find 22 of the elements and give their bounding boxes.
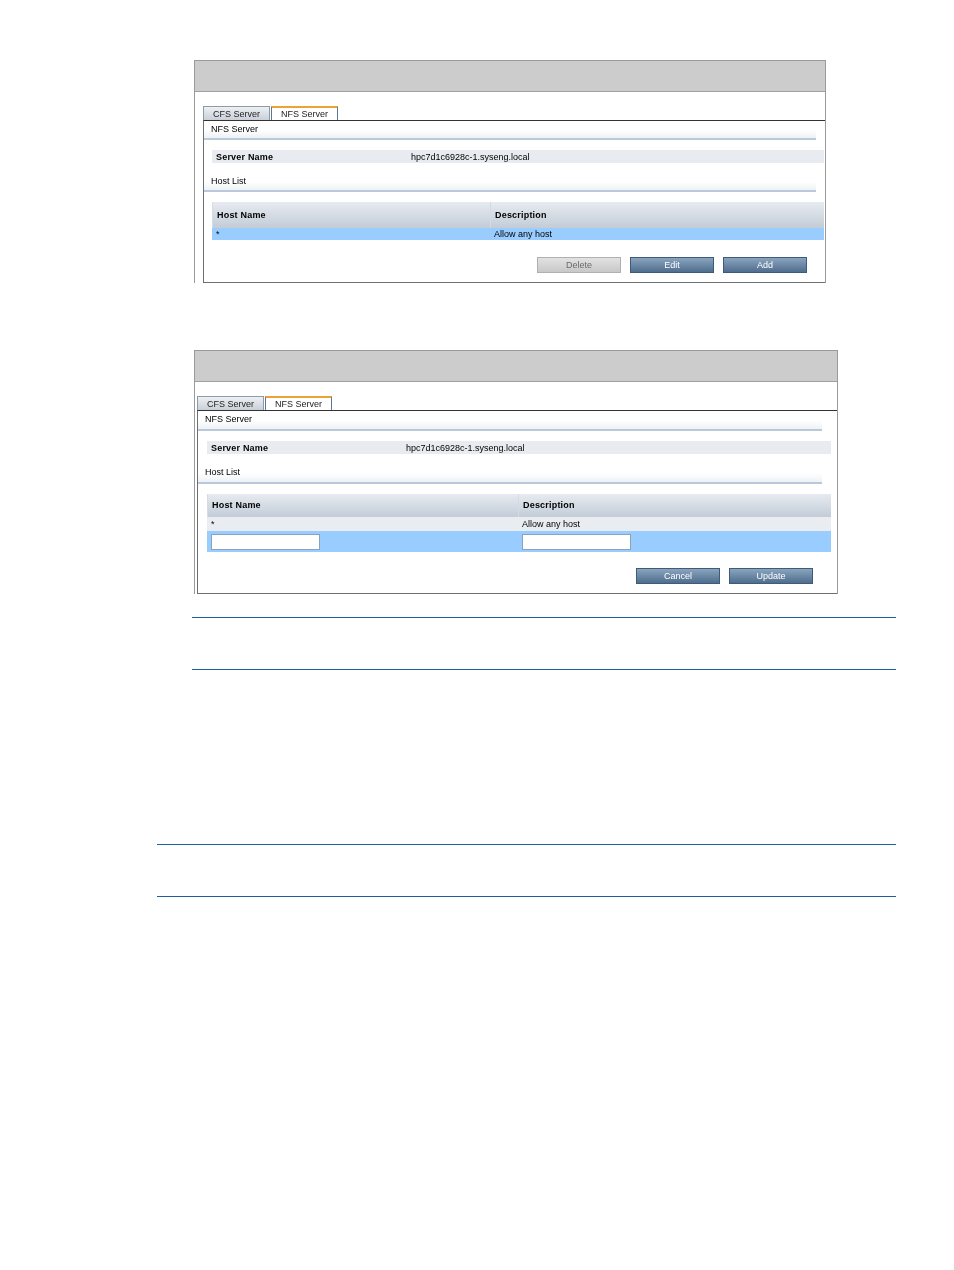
column-header: Host Name	[207, 494, 518, 517]
table-cell: Allow any host	[518, 517, 831, 531]
tab[interactable]: CFS Server	[203, 106, 270, 120]
action-button[interactable]: Update	[729, 568, 813, 584]
field-value: hpc7d1c6928c-1.syseng.local	[406, 442, 525, 453]
field-label: Server Name	[215, 151, 275, 162]
input-field[interactable]	[522, 533, 631, 550]
table-cell: *	[207, 517, 518, 531]
table-cell: *	[212, 228, 490, 240]
input-field[interactable]	[211, 533, 320, 550]
tab[interactable]: CFS Server	[197, 396, 264, 410]
field-value: hpc7d1c6928c-1.syseng.local	[411, 151, 530, 162]
action-button[interactable]: Cancel	[636, 568, 720, 584]
table-cell: Allow any host	[490, 228, 824, 240]
field-label: Server Name	[210, 442, 270, 453]
column-header: Host Name	[212, 202, 490, 228]
column-header: Description	[518, 494, 831, 517]
tab[interactable]: NFS Server	[265, 396, 333, 410]
action-button[interactable]: Add	[723, 257, 807, 273]
tab[interactable]: NFS Server	[271, 106, 339, 120]
action-button[interactable]: Edit	[630, 257, 714, 273]
column-header: Description	[490, 202, 824, 228]
